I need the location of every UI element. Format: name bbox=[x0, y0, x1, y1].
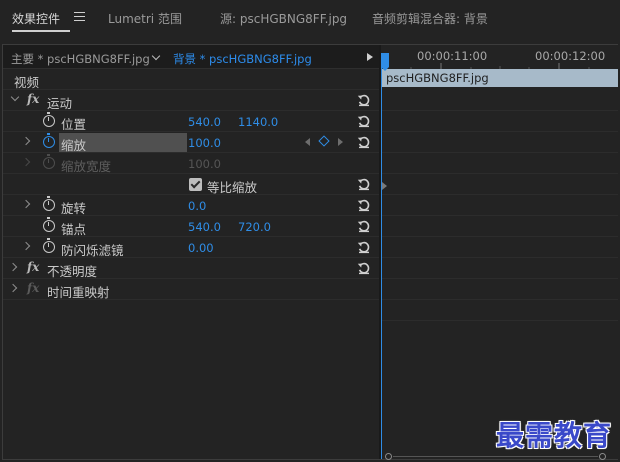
panel-menu-icon[interactable] bbox=[74, 12, 85, 21]
tab-lumetri-scopes[interactable]: Lumetri 范围 bbox=[108, 10, 182, 27]
sequence-clip-label[interactable]: 背景 * pscHGBNG8FF.jpg bbox=[173, 51, 312, 67]
property-label: 等比缩放 bbox=[207, 180, 258, 195]
chevron-right-icon[interactable] bbox=[8, 283, 18, 293]
timeline-row bbox=[381, 90, 618, 111]
scale-width-value: 100.0 bbox=[188, 157, 221, 171]
property-label: 缩放宽度 bbox=[61, 159, 112, 174]
keyframe-marker-icon[interactable] bbox=[382, 182, 387, 190]
property-row-scale-width: 缩放宽度 100.0 bbox=[3, 153, 379, 174]
anti-flicker-value[interactable]: 0.00 bbox=[188, 241, 214, 255]
fx-icon: fx bbox=[27, 281, 40, 295]
timeline-row bbox=[381, 132, 618, 153]
rotation-value[interactable]: 0.0 bbox=[188, 199, 206, 213]
stopwatch-icon[interactable] bbox=[43, 196, 55, 211]
reset-icon[interactable] bbox=[357, 93, 371, 107]
chevron-down-icon[interactable] bbox=[151, 51, 165, 63]
fx-icon[interactable]: fx bbox=[27, 92, 39, 106]
timeline-row bbox=[381, 237, 618, 258]
property-label: 缩放 bbox=[61, 138, 87, 153]
master-clip-label[interactable]: 主要 * pscHGBNG8FF.jpg bbox=[11, 51, 150, 67]
stopwatch-icon[interactable] bbox=[43, 133, 55, 148]
reset-icon[interactable] bbox=[357, 135, 371, 149]
effect-label: 不透明度 bbox=[47, 264, 98, 279]
stopwatch-icon[interactable] bbox=[43, 238, 55, 253]
scale-value[interactable]: 100.0 bbox=[188, 136, 221, 150]
position-y-value[interactable]: 1140.0 bbox=[238, 115, 278, 129]
property-label: 锚点 bbox=[61, 222, 87, 237]
next-keyframe-icon[interactable] bbox=[338, 138, 343, 146]
timecode-label: 00:00:12:00 bbox=[535, 49, 606, 63]
source-bar: 主要 * pscHGBNG8FF.jpg 背景 * pscHGBNG8FF.jp… bbox=[3, 45, 379, 69]
anchor-x-value[interactable]: 540.0 bbox=[188, 220, 221, 234]
stopwatch-icon bbox=[43, 154, 55, 169]
add-keyframe-icon[interactable] bbox=[318, 135, 330, 147]
reset-icon[interactable] bbox=[357, 219, 371, 233]
effect-label: 时间重映射 bbox=[47, 285, 110, 300]
property-label: 位置 bbox=[61, 117, 87, 132]
stopwatch-icon[interactable] bbox=[43, 112, 55, 127]
anchor-y-value[interactable]: 720.0 bbox=[238, 220, 271, 234]
property-row-uniform-scale[interactable]: 等比缩放 bbox=[3, 174, 379, 195]
time-ruler[interactable]: 00:00:11:00 00:00:12:00 bbox=[381, 45, 618, 69]
effect-timeline[interactable]: 00:00:11:00 00:00:12:00 pscHGBNG8FF.jpg bbox=[381, 45, 618, 459]
reset-icon[interactable] bbox=[357, 261, 371, 275]
playhead-handle[interactable] bbox=[381, 53, 389, 71]
timeline-row bbox=[381, 258, 618, 279]
section-header-video: 视频 bbox=[3, 69, 379, 90]
clip-bar[interactable]: pscHGBNG8FF.jpg bbox=[382, 69, 618, 87]
property-row-scale[interactable]: 缩放 100.0 bbox=[3, 132, 379, 153]
timeline-row bbox=[381, 111, 618, 132]
reset-icon[interactable] bbox=[357, 177, 371, 191]
watermark-logo: 最需教育 bbox=[496, 419, 613, 452]
uniform-scale-checkbox[interactable] bbox=[189, 178, 202, 191]
chevron-right-icon[interactable] bbox=[21, 136, 31, 146]
chevron-right-icon[interactable] bbox=[21, 199, 31, 209]
tab-audio-clip-mixer[interactable]: 音频剪辑混合器: 背景 bbox=[372, 10, 488, 27]
scroll-handle-right[interactable] bbox=[599, 453, 606, 460]
play-triangle-icon[interactable] bbox=[367, 53, 373, 61]
property-label: 旋转 bbox=[61, 201, 87, 216]
properties-list: 视频 fx 运动 位置 540.0 1140.0 缩放 100.0 缩放宽度 1… bbox=[3, 69, 379, 459]
chevron-right-icon[interactable] bbox=[21, 241, 31, 251]
timeline-row bbox=[381, 195, 618, 216]
position-x-value[interactable]: 540.0 bbox=[188, 115, 221, 129]
tab-effect-controls[interactable]: 效果控件 bbox=[12, 10, 60, 27]
tab-source[interactable]: 源: pscHGBNG8FF.jpg bbox=[220, 10, 347, 27]
fx-icon[interactable]: fx bbox=[27, 260, 39, 274]
timeline-row bbox=[381, 300, 618, 321]
reset-icon[interactable] bbox=[357, 198, 371, 212]
scroll-track[interactable] bbox=[393, 456, 598, 457]
property-row-anti-flicker[interactable]: 防闪烁滤镜 0.00 bbox=[3, 237, 379, 258]
timeline-row bbox=[381, 216, 618, 237]
effect-label: 运动 bbox=[47, 96, 73, 111]
previous-keyframe-icon[interactable] bbox=[305, 138, 310, 146]
reset-icon[interactable] bbox=[357, 240, 371, 254]
property-row-anchor-point[interactable]: 锚点 540.0 720.0 bbox=[3, 216, 379, 237]
chevron-right-icon bbox=[21, 157, 31, 167]
stopwatch-icon[interactable] bbox=[43, 217, 55, 232]
playhead-line[interactable] bbox=[381, 67, 382, 459]
scroll-handle-left[interactable] bbox=[385, 453, 392, 460]
property-row-position[interactable]: 位置 540.0 1140.0 bbox=[3, 111, 379, 132]
timecode-label: 00:00:11:00 bbox=[417, 49, 488, 63]
chevron-down-icon[interactable] bbox=[10, 92, 20, 102]
effect-row-motion[interactable]: fx 运动 bbox=[3, 90, 379, 111]
effect-row-opacity[interactable]: fx 不透明度 bbox=[3, 258, 379, 279]
clip-name: pscHGBNG8FF.jpg bbox=[386, 71, 489, 85]
timeline-row bbox=[381, 174, 618, 195]
section-label: 视频 bbox=[14, 75, 40, 90]
chevron-right-icon[interactable] bbox=[8, 262, 18, 272]
timeline-row bbox=[381, 279, 618, 300]
active-tab-indicator bbox=[12, 30, 70, 32]
reset-icon[interactable] bbox=[357, 114, 371, 128]
effect-row-time-remapping[interactable]: fx 时间重映射 bbox=[3, 279, 379, 300]
property-row-rotation[interactable]: 旋转 0.0 bbox=[3, 195, 379, 216]
property-label: 防闪烁滤镜 bbox=[61, 243, 124, 258]
timeline-row bbox=[381, 153, 618, 174]
panel-tab-bar: 效果控件 Lumetri 范围 源: pscHGBNG8FF.jpg 音频剪辑混… bbox=[0, 0, 620, 38]
